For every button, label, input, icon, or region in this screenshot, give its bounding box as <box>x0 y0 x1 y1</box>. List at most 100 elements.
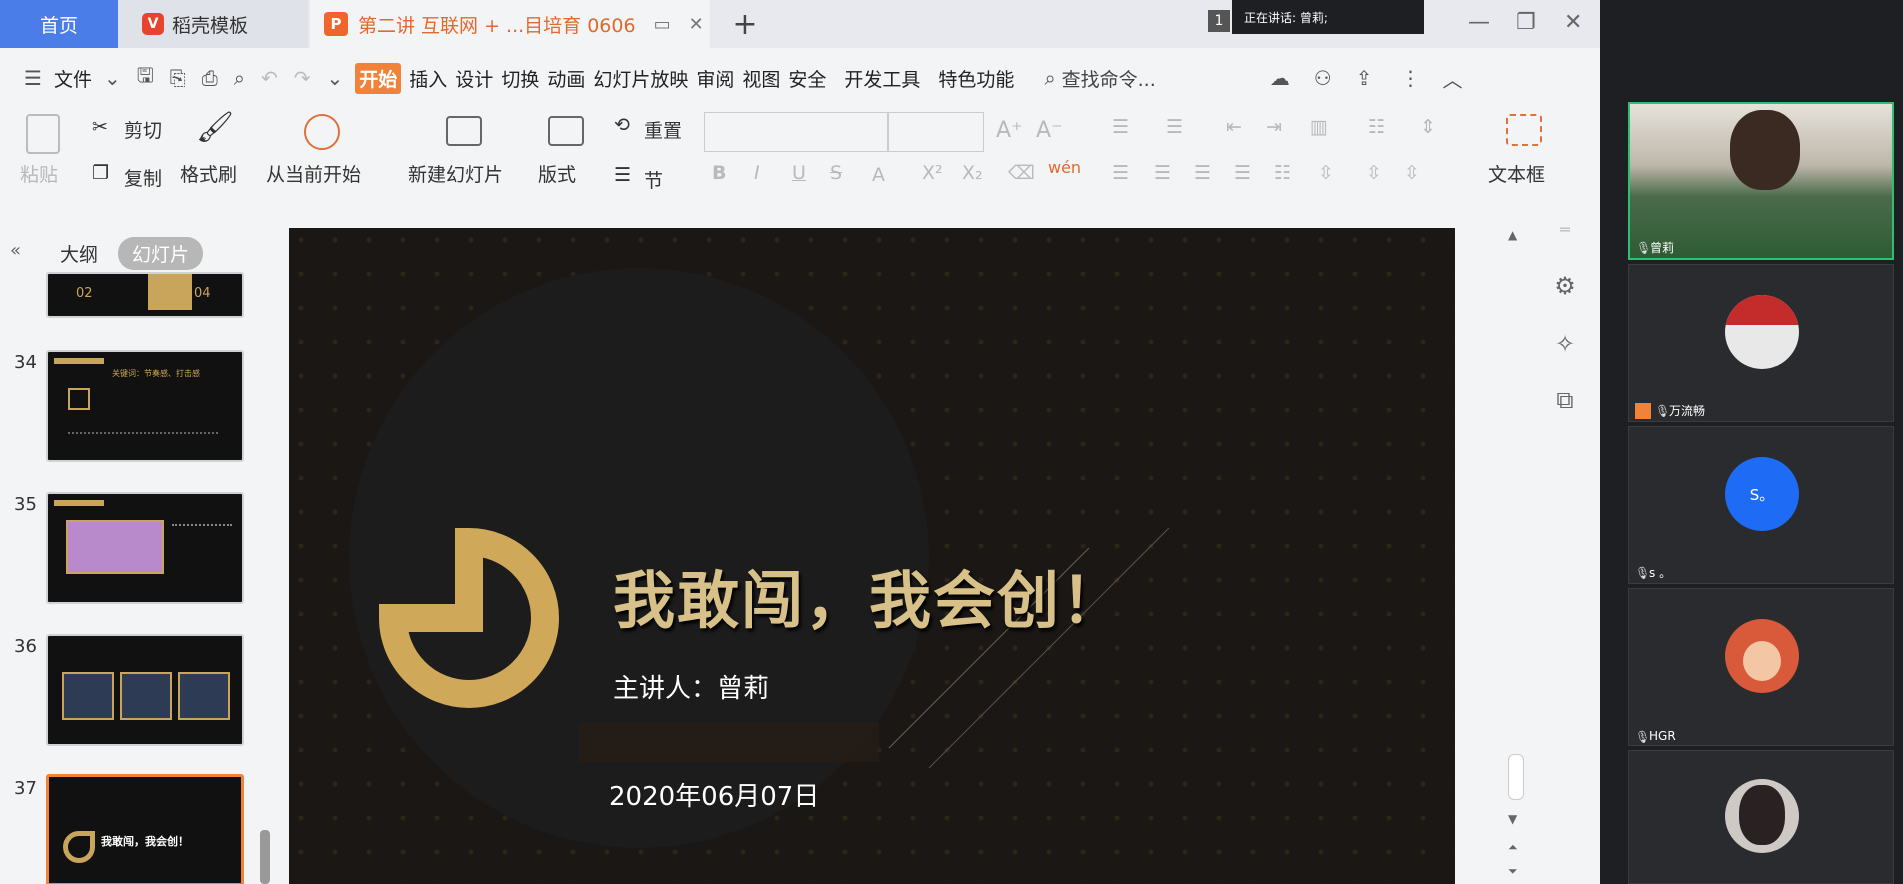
slide-canvas[interactable]: 我敢闯，我会创！ 主讲人：曾莉 2020年06月07日 <box>289 228 1455 884</box>
bold-icon[interactable]: B <box>712 162 726 184</box>
next-slide-icon[interactable]: ⏷ <box>1508 864 1518 879</box>
font-family-select[interactable] <box>704 112 888 152</box>
superscript-icon[interactable]: X² <box>922 162 943 184</box>
scroll-down-icon[interactable]: ▼ <box>1508 812 1517 826</box>
copy-icon[interactable]: ❐ <box>92 162 109 184</box>
format-painter-icon[interactable]: 🖌 <box>196 110 234 145</box>
menu-slideshow[interactable]: 幻灯片放映 <box>593 65 688 92</box>
thumbnail-scrollbar[interactable] <box>260 830 270 884</box>
new-slide-icon[interactable] <box>446 116 482 146</box>
from-current-button[interactable]: 从当前开始 <box>266 160 361 187</box>
previous-slide-icon[interactable]: ⏶ <box>1508 840 1518 855</box>
menu-file[interactable]: 文件 <box>54 65 92 92</box>
font-size-select[interactable] <box>888 112 984 152</box>
properties-icon[interactable]: ⚙ <box>1550 272 1580 302</box>
indent-icon[interactable]: ⇥ <box>1266 116 1282 138</box>
tab-outline[interactable]: 大纲 <box>46 237 112 270</box>
participant-video-main[interactable]: 🎙 曾莉 <box>1628 102 1894 260</box>
subscript-icon[interactable]: X₂ <box>962 162 983 184</box>
tab-slides[interactable]: 幻灯片 <box>118 236 204 270</box>
new-slide-button[interactable]: 新建幻灯片 <box>408 160 503 187</box>
play-icon[interactable] <box>304 114 340 150</box>
save-icon[interactable]: 🖫 <box>137 61 154 95</box>
slide-thumbnail-34[interactable]: 关键词：节奏感、打击感 <box>46 350 244 462</box>
menu-security[interactable]: 安全 <box>788 65 826 92</box>
italic-icon[interactable]: I <box>754 162 760 184</box>
search-icon[interactable]: ⌕ <box>1044 66 1055 90</box>
numbered-list-icon[interactable]: ☰ <box>1166 116 1183 138</box>
participant-tile[interactable] <box>1628 750 1894 884</box>
close-window-icon[interactable]: ✕ <box>1564 10 1582 35</box>
collapse-pane-icon[interactable]: « <box>10 240 21 261</box>
paragraph-spacing-icon[interactable]: ⇳ <box>1318 162 1334 184</box>
menu-view[interactable]: 视图 <box>742 65 780 92</box>
close-tab-icon[interactable]: ✕ <box>689 14 704 35</box>
scissors-icon[interactable]: ✂ <box>92 116 108 138</box>
scroll-up-icon[interactable]: ▲ <box>1508 228 1517 242</box>
format-painter-button[interactable]: 格式刷 <box>180 160 237 187</box>
customize-icon[interactable]: ⌄ <box>327 66 344 90</box>
section-button[interactable]: 节 <box>644 166 663 193</box>
chevron-down-icon[interactable]: ⌄ <box>104 66 121 90</box>
paste-icon[interactable] <box>26 114 60 154</box>
layout-icon[interactable] <box>548 116 584 146</box>
participant-tile[interactable]: 🎙 HGR <box>1628 588 1894 746</box>
menu-transitions[interactable]: 切换 <box>501 65 539 92</box>
menu-features[interactable]: 特色功能 <box>938 65 1014 92</box>
share-icon[interactable]: ⇪ <box>1356 66 1373 90</box>
handle-icon[interactable]: ═ <box>1550 220 1580 250</box>
font-color-icon[interactable]: A <box>872 164 885 186</box>
participant-tile[interactable]: 🎙 万流畅 <box>1628 264 1894 422</box>
cloud-sync-icon[interactable]: ☁ <box>1270 66 1290 90</box>
tab-daoke-templates[interactable]: V 稻壳模板 <box>118 0 308 48</box>
collapse-ribbon-icon[interactable]: ︿ <box>1442 64 1462 93</box>
slide-thumbnail-37[interactable]: 我敢闯，我会创！ <box>46 774 244 884</box>
decrease-font-icon[interactable]: A⁻ <box>1036 118 1063 143</box>
outdent-icon[interactable]: ⇤ <box>1226 116 1242 138</box>
align-center-icon[interactable]: ☰ <box>1154 162 1171 184</box>
layout-button[interactable]: 版式 <box>538 160 576 187</box>
more-icon[interactable]: ⋮ <box>1400 66 1420 90</box>
reset-icon[interactable]: ⟲ <box>614 114 630 136</box>
participant-tile[interactable]: S。 🎙 s 。 <box>1628 426 1894 584</box>
reset-button[interactable]: 重置 <box>644 116 682 143</box>
hamburger-menu-icon[interactable]: ☰ <box>24 66 42 90</box>
phonetic-guide-icon[interactable]: wén <box>1048 158 1081 177</box>
menu-animations[interactable]: 动画 <box>547 65 585 92</box>
clear-format-icon[interactable]: ⌫ <box>1008 162 1035 184</box>
menu-developer[interactable]: 开发工具 <box>844 65 920 92</box>
animation-icon[interactable]: ✧ <box>1550 330 1580 360</box>
export-icon[interactable]: ⎘ <box>170 66 186 90</box>
textbox-icon[interactable] <box>1506 114 1542 146</box>
redo-icon[interactable]: ↷ <box>294 66 311 90</box>
strikethrough-icon[interactable]: S <box>830 162 842 184</box>
new-tab-button[interactable]: + <box>728 0 762 48</box>
align-left-icon[interactable]: ☰ <box>1112 162 1129 184</box>
command-search[interactable]: 查找命令... <box>1062 65 1156 92</box>
menu-review[interactable]: 审阅 <box>696 65 734 92</box>
slide-thumbnail-35[interactable] <box>46 492 244 604</box>
spacing-options-icon[interactable]: ⇳ <box>1404 162 1420 184</box>
cut-button[interactable]: 剪切 <box>124 116 162 143</box>
underline-icon[interactable]: U <box>792 162 806 184</box>
minimize-icon[interactable]: — <box>1468 10 1490 35</box>
print-preview-icon[interactable]: ⌕ <box>234 66 245 90</box>
transition-icon[interactable]: ⧉ <box>1550 386 1580 416</box>
bullet-list-icon[interactable]: ☰ <box>1112 116 1129 138</box>
collaborate-icon[interactable]: ⚇ <box>1314 66 1332 90</box>
line-height-icon[interactable]: ⇳ <box>1366 162 1382 184</box>
restore-icon[interactable]: ❐ <box>1516 10 1536 35</box>
menu-home[interactable]: 开始 <box>355 62 402 94</box>
tab-document[interactable]: P 第二讲 互联网 + ...目培育 0606 ▭ ✕ <box>310 0 710 48</box>
justify-icon[interactable]: ☰ <box>1234 162 1251 184</box>
print-icon[interactable]: ⎙ <box>202 66 218 90</box>
align-right-icon[interactable]: ☰ <box>1194 162 1211 184</box>
window-mode-icon[interactable]: ▭ <box>654 14 671 35</box>
copy-button[interactable]: 复制 <box>124 164 162 191</box>
text-direction-icon[interactable]: ☷ <box>1368 116 1385 138</box>
section-icon[interactable]: ☰ <box>614 164 631 186</box>
tab-home[interactable]: 首页 <box>0 0 118 48</box>
slide-scrollbar[interactable]: ▲ ▼ ⏶ ⏷ <box>1506 228 1524 884</box>
menu-design[interactable]: 设计 <box>455 65 493 92</box>
increase-font-icon[interactable]: A⁺ <box>996 118 1023 143</box>
